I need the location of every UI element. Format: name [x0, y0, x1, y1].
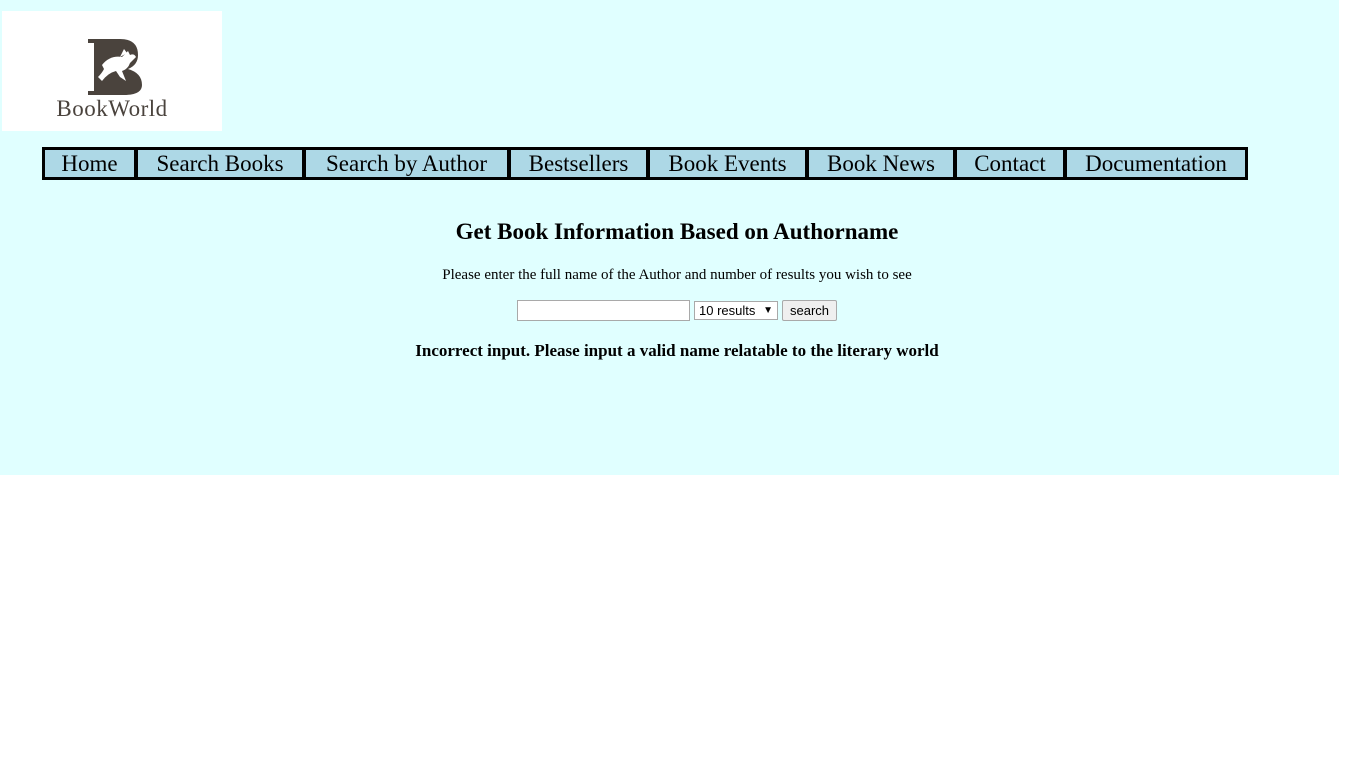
nav-item-home[interactable]: Home	[45, 150, 134, 177]
nav-item-search-books[interactable]: Search Books	[138, 150, 302, 177]
nav-item-book-events[interactable]: Book Events	[650, 150, 805, 177]
nav-item-documentation[interactable]: Documentation	[1067, 150, 1245, 177]
results-count-selected: 10 results	[699, 303, 756, 318]
search-button[interactable]: search	[782, 300, 837, 321]
main-navigation: Home Search Books Search by Author Bests…	[42, 147, 1248, 180]
horse-b-logo-icon	[88, 39, 142, 95]
logo-text: BookWorld	[56, 96, 168, 121]
nav-item-contact[interactable]: Contact	[957, 150, 1063, 177]
error-message: Incorrect input. Please input a valid na…	[415, 341, 939, 360]
instructions-text: Please enter the full name of the Author…	[442, 267, 912, 283]
nav-item-search-by-author[interactable]: Search by Author	[306, 150, 507, 177]
page-title: Get Book Information Based on Authorname	[455, 219, 899, 244]
results-count-select[interactable]: 10 results ▼	[694, 301, 778, 320]
dropdown-arrow-icon: ▼	[763, 305, 773, 316]
author-name-input[interactable]	[517, 300, 690, 321]
search-form: 10 results ▼ search	[517, 300, 837, 321]
nav-item-bestsellers[interactable]: Bestsellers	[511, 150, 646, 177]
page-background: BookWorld Home Search Books Search by Au…	[0, 0, 1339, 475]
bookworld-logo[interactable]: BookWorld	[2, 11, 222, 131]
nav-item-book-news[interactable]: Book News	[809, 150, 953, 177]
